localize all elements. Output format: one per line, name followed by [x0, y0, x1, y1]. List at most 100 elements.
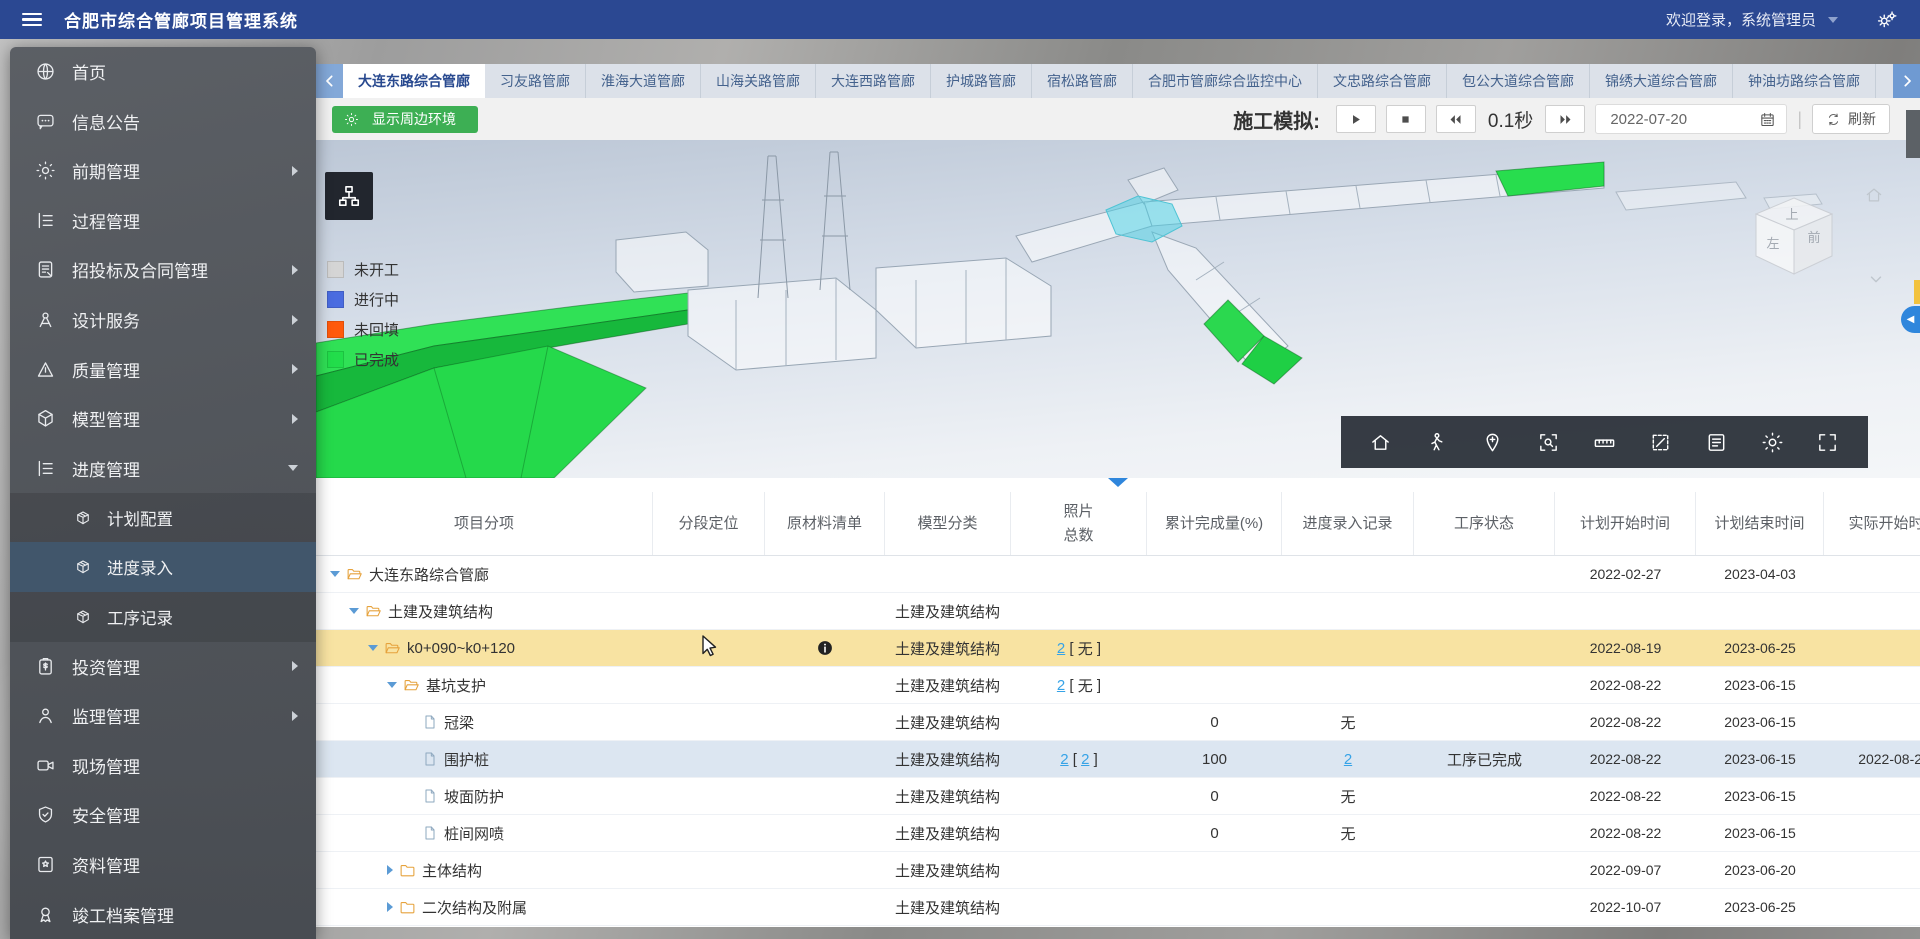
sidebar-item-safety-mgmt[interactable]: 安全管理 — [10, 790, 316, 840]
tab-4[interactable]: 大连西路管廊 — [816, 64, 931, 98]
vp-tool-settings[interactable] — [1755, 425, 1789, 459]
show-environment-button[interactable]: 显示周边环境 — [332, 106, 478, 133]
table-row[interactable]: 围护桩土建及建筑结构2 [ 2 ]1002工序已完成2022-08-222023… — [316, 741, 1920, 778]
stop-button[interactable] — [1386, 105, 1426, 133]
sidebar-item-label: 信息公告 — [72, 109, 140, 134]
table-row[interactable]: 坡面防护土建及建筑结构0无2022-08-222023-06-15 — [316, 778, 1920, 815]
cell-actual-start: 2022-08-22 — [1824, 741, 1920, 777]
info-icon-wrap[interactable] — [816, 639, 834, 657]
vp-tool-home[interactable] — [1364, 425, 1398, 459]
tab-6[interactable]: 宿松路管廊 — [1032, 64, 1133, 98]
vp-tool-walk[interactable] — [1420, 425, 1454, 459]
chevron-right-icon — [292, 661, 298, 671]
table-row[interactable]: k0+090~k0+120土建及建筑结构2 [ 无 ]2022-08-19202… — [316, 630, 1920, 667]
tab-5[interactable]: 护城路管廊 — [931, 64, 1032, 98]
progress-record-link[interactable]: 2 — [1344, 751, 1352, 768]
tree-collapse-caret[interactable] — [387, 865, 393, 875]
sidebar-item-quality-mgmt[interactable]: 质量管理 — [10, 344, 316, 394]
tree-expand-caret[interactable] — [387, 682, 397, 688]
tab-10[interactable]: 锦绣大道综合管廊 — [1590, 64, 1733, 98]
view-cube-front-label[interactable]: 前 — [1807, 230, 1820, 245]
tree-expand-caret[interactable] — [330, 571, 340, 577]
sidebar-item-plan-config[interactable]: 计划配置 — [10, 493, 316, 543]
project-item-name: 冠梁 — [444, 712, 474, 733]
play-button[interactable] — [1336, 105, 1376, 133]
tabs-scroll-left-button[interactable] — [316, 64, 343, 98]
sidebar-item-process-record[interactable]: 工序记录 — [10, 592, 316, 642]
model-tree-button[interactable] — [325, 172, 373, 220]
vp-tool-fullscreen[interactable] — [1811, 425, 1845, 459]
sidebar-item-design-service[interactable]: 设计服务 — [10, 295, 316, 345]
sidebar-item-investment-mgmt[interactable]: 投资管理 — [10, 642, 316, 692]
scrollbar-thumb[interactable] — [1906, 110, 1920, 158]
refresh-button[interactable]: 刷新 — [1812, 104, 1890, 134]
table-row[interactable]: 桩间网喷土建及建筑结构0无2022-08-222023-06-15 — [316, 815, 1920, 852]
tree-expand-caret[interactable] — [368, 645, 378, 651]
sidebar-item-progress-entry[interactable]: 进度录入 — [10, 542, 316, 592]
cell-model-class: 土建及建筑结构 — [885, 630, 1011, 666]
rewind-button[interactable] — [1436, 105, 1476, 133]
contract-icon-wrap — [34, 259, 56, 281]
tree-collapse-caret[interactable] — [387, 902, 393, 912]
sidebar-item-site-mgmt[interactable]: 现场管理 — [10, 741, 316, 791]
vp-tool-zoom-select[interactable] — [1532, 425, 1566, 459]
tab-0[interactable]: 大连东路综合管廊 — [343, 64, 485, 98]
cell-material-list — [765, 815, 885, 851]
bim-viewport[interactable]: 未开工进行中未回填已完成 上 左 前 ◀ — [316, 140, 1920, 478]
table-row[interactable]: 大连东路综合管廊2022-02-272023-04-03 — [316, 556, 1920, 593]
sidebar-item-process-mgmt[interactable]: 过程管理 — [10, 196, 316, 246]
table-row[interactable]: 基坑支护土建及建筑结构2 [ 无 ]2022-08-222023-06-15 — [316, 667, 1920, 704]
folder-icon-wrap — [399, 899, 416, 916]
sidebar-item-bidding-contract-mgmt[interactable]: 招投标及合同管理 — [10, 245, 316, 295]
table-row[interactable]: 冠梁土建及建筑结构0无2022-08-222023-06-15 — [316, 704, 1920, 741]
collapse-viewport-handle[interactable] — [1108, 478, 1128, 487]
cell-model-class: 土建及建筑结构 — [885, 815, 1011, 851]
cell-process-status — [1414, 889, 1555, 925]
table-row[interactable]: 土建及建筑结构土建及建筑结构 — [316, 593, 1920, 630]
vp-tool-measure[interactable] — [1587, 425, 1621, 459]
sidebar-item-completion-archive-mgmt[interactable]: 竣工档案管理 — [10, 889, 316, 939]
simulation-date-input[interactable]: 2022-07-20 — [1595, 104, 1787, 134]
table-row[interactable]: 二次结构及附属土建及建筑结构2022-10-072023-06-25 — [316, 889, 1920, 926]
photo-count-link[interactable]: 2 — [1060, 751, 1068, 768]
view-cube[interactable]: 上 左 前 — [1744, 190, 1844, 290]
tree-expand-caret[interactable] — [349, 608, 359, 614]
vp-tool-list-panel[interactable] — [1699, 425, 1733, 459]
sidebar-item-data-mgmt[interactable]: 资料管理 — [10, 840, 316, 890]
tab-1[interactable]: 习友路管廊 — [485, 64, 586, 98]
shield-icon-wrap — [34, 804, 56, 826]
sidebar-item-progress-mgmt[interactable]: 进度管理 — [10, 443, 316, 493]
tab-3[interactable]: 山海关路管廊 — [701, 64, 816, 98]
tab-11[interactable]: 钟油坊路综合管廊 — [1733, 64, 1876, 98]
tab-2[interactable]: 淮海大道管廊 — [586, 64, 701, 98]
hamburger-menu-icon[interactable] — [22, 13, 42, 27]
gear-icon — [344, 112, 359, 127]
cell-plan-start: 2022-09-07 — [1555, 852, 1696, 888]
sidebar-item-model-mgmt[interactable]: 模型管理 — [10, 394, 316, 444]
tab-8[interactable]: 文忠路综合管廊 — [1318, 64, 1447, 98]
photo-count-link[interactable]: 2 — [1057, 677, 1065, 694]
tab-7[interactable]: 合肥市管廊综合监控中心 — [1133, 64, 1318, 98]
sidebar-item-pre-phase-mgmt[interactable]: 前期管理 — [10, 146, 316, 196]
sidebar-item-home[interactable]: 首页 — [10, 47, 316, 97]
fast-forward-button[interactable] — [1545, 105, 1585, 133]
vp-tool-pin-add[interactable] — [1476, 425, 1510, 459]
complete-pct-text: 0 — [1210, 714, 1218, 731]
cell-plan-end: 2023-06-25 — [1696, 630, 1824, 666]
view-cube-top-label[interactable]: 上 — [1785, 207, 1798, 222]
view-cube-left-label[interactable]: 左 — [1766, 236, 1779, 251]
photo-count-link[interactable]: 2 — [1057, 640, 1065, 657]
photo-bracket-link[interactable]: 2 — [1081, 751, 1089, 768]
settings-gears-button[interactable] — [1876, 9, 1898, 31]
home-view-icon[interactable] — [1864, 185, 1884, 210]
user-menu[interactable]: 欢迎登录，系统管理员 — [1666, 9, 1898, 31]
sidebar-item-info-bulletin[interactable]: 信息公告 — [10, 97, 316, 147]
cell-model-class: 土建及建筑结构 — [885, 667, 1011, 703]
tabs-scroll-right-button[interactable] — [1893, 64, 1920, 98]
sidebar-item-supervision-mgmt[interactable]: 监理管理 — [10, 691, 316, 741]
table-row[interactable]: 主体结构土建及建筑结构2022-09-072023-06-20 — [316, 852, 1920, 889]
chevron-down-icon[interactable] — [1867, 270, 1885, 293]
tab-9[interactable]: 包公大道综合管廊 — [1447, 64, 1590, 98]
cell-plan-start: 2022-08-19 — [1555, 630, 1696, 666]
vp-tool-section[interactable] — [1643, 425, 1677, 459]
